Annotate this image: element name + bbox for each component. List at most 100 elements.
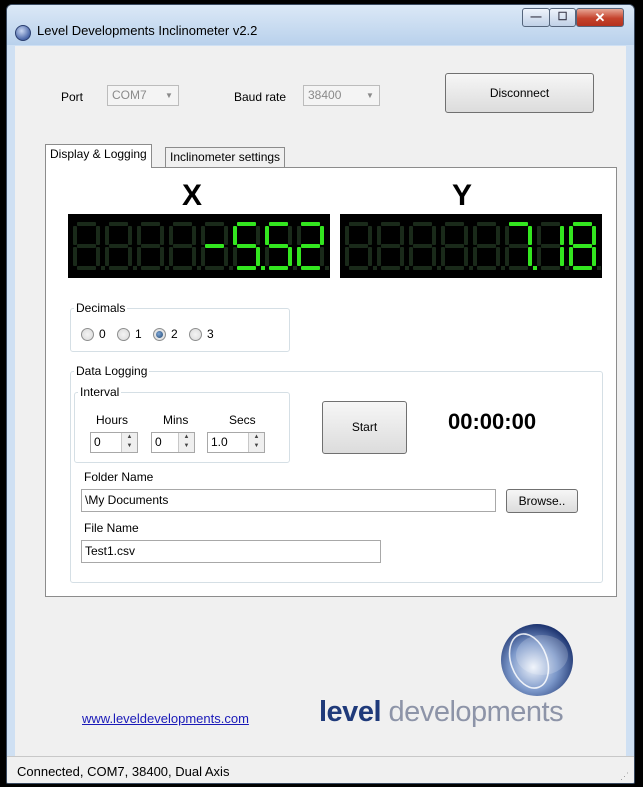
led-segment [224, 247, 228, 266]
led-decimal-point [469, 266, 473, 270]
led-segment [345, 247, 349, 266]
led-decimal-point [165, 266, 169, 270]
file-name-field[interactable]: Test1.csv [81, 540, 381, 563]
port-select[interactable]: COM7 ▼ [107, 85, 179, 106]
led-segment [349, 266, 368, 270]
chevron-down-icon: ▼ [165, 91, 173, 100]
led-segment [377, 226, 381, 245]
resize-grip-icon[interactable]: ⋰ [620, 771, 630, 781]
title-bar[interactable]: Level Developments Inclinometer v2.2 — ☐… [7, 5, 634, 45]
led-segment [77, 244, 96, 248]
led-decimal-point [293, 266, 297, 270]
led-segment [201, 247, 205, 266]
led-segment [381, 222, 400, 226]
hours-stepper[interactable]: 0 ▲ ▼ [90, 432, 138, 453]
client-area: Port COM7 ▼ Baud rate 38400 ▼ Disconnect… [15, 46, 626, 762]
data-logging-title: Data Logging [74, 364, 150, 378]
led-segment [265, 247, 269, 266]
led-segment [237, 222, 256, 226]
led-decimal-point [597, 266, 601, 270]
led-segment [377, 247, 381, 266]
file-name-label: File Name [84, 521, 139, 535]
led-segment [560, 247, 564, 266]
led-segment [573, 266, 592, 270]
led-segment [409, 226, 413, 245]
stepper-up-icon[interactable]: ▲ [122, 433, 137, 442]
led-decimal-point [101, 266, 105, 270]
mins-stepper[interactable]: 0 ▲ ▼ [151, 432, 195, 453]
chevron-down-icon: ▼ [366, 91, 374, 100]
led-segment [237, 244, 256, 248]
led-segment [541, 222, 560, 226]
led-segment [445, 266, 464, 270]
stepper-down-icon[interactable]: ▼ [122, 442, 137, 451]
stepper-down-icon[interactable]: ▼ [249, 442, 264, 451]
led-segment [445, 244, 464, 248]
website-link[interactable]: www.leveldevelopments.com [82, 711, 249, 726]
folder-name-field[interactable]: \My Documents [81, 489, 496, 512]
baud-select[interactable]: 38400 ▼ [303, 85, 380, 106]
stepper-up-icon[interactable]: ▲ [179, 433, 194, 442]
led-segment [573, 222, 592, 226]
led-segment [201, 226, 205, 245]
led-segment [413, 266, 432, 270]
secs-value: 1.0 [211, 435, 228, 449]
decimals-radio-2[interactable] [153, 328, 166, 341]
close-button[interactable]: ✕ [576, 8, 624, 27]
status-text: Connected, COM7, 38400, Dual Axis [17, 764, 230, 779]
led-segment [73, 247, 77, 266]
led-decimal-point [229, 266, 233, 270]
decimals-radio-1[interactable] [117, 328, 130, 341]
led-segment [509, 266, 528, 270]
browse-button[interactable]: Browse.. [506, 489, 578, 513]
led-segment [381, 244, 400, 248]
led-segment [297, 226, 301, 245]
led-segment [269, 244, 288, 248]
led-segment [509, 244, 528, 248]
start-button[interactable]: Start [322, 401, 407, 454]
elapsed-timer: 00:00:00 [448, 409, 537, 434]
stepper-down-icon[interactable]: ▼ [179, 442, 194, 451]
led-segment [301, 266, 320, 270]
led-segment [473, 226, 477, 245]
disconnect-button[interactable]: Disconnect [445, 73, 594, 113]
led-segment [173, 222, 192, 226]
logo-word-developments: developments [381, 696, 564, 728]
tab-inclinometer-settings[interactable]: Inclinometer settings [165, 147, 286, 168]
decimals-radio-0[interactable] [81, 328, 94, 341]
led-segment [137, 226, 141, 245]
led-decimal-point [437, 266, 441, 270]
logo-word-level: level [319, 696, 382, 728]
minimize-button[interactable]: — [522, 8, 550, 27]
led-segment [381, 266, 400, 270]
led-segment [537, 226, 541, 245]
led-segment [141, 266, 160, 270]
led-segment [400, 247, 404, 266]
maximize-button[interactable]: ☐ [549, 8, 576, 27]
led-decimal-point [197, 266, 201, 270]
led-segment [441, 247, 445, 266]
led-segment [233, 247, 237, 266]
folder-name-label: Folder Name [84, 470, 154, 484]
led-segment [109, 244, 128, 248]
led-segment [96, 226, 100, 245]
tab-display-logging[interactable]: Display & Logging [45, 144, 152, 168]
led-segment [141, 244, 160, 248]
led-segment [205, 244, 224, 248]
decimals-radio-3[interactable] [189, 328, 202, 341]
led-segment [141, 222, 160, 226]
led-segment [297, 247, 301, 266]
led-segment [269, 222, 288, 226]
port-value: COM7 [112, 88, 147, 102]
led-segment [173, 266, 192, 270]
led-segment [205, 222, 224, 226]
stepper-up-icon[interactable]: ▲ [249, 433, 264, 442]
led-segment [105, 247, 109, 266]
led-segment [477, 222, 496, 226]
led-segment [237, 266, 256, 270]
led-segment [256, 226, 260, 245]
led-segment [496, 247, 500, 266]
led-segment [233, 226, 237, 245]
secs-stepper[interactable]: 1.0 ▲ ▼ [207, 432, 265, 453]
led-segment [349, 222, 368, 226]
